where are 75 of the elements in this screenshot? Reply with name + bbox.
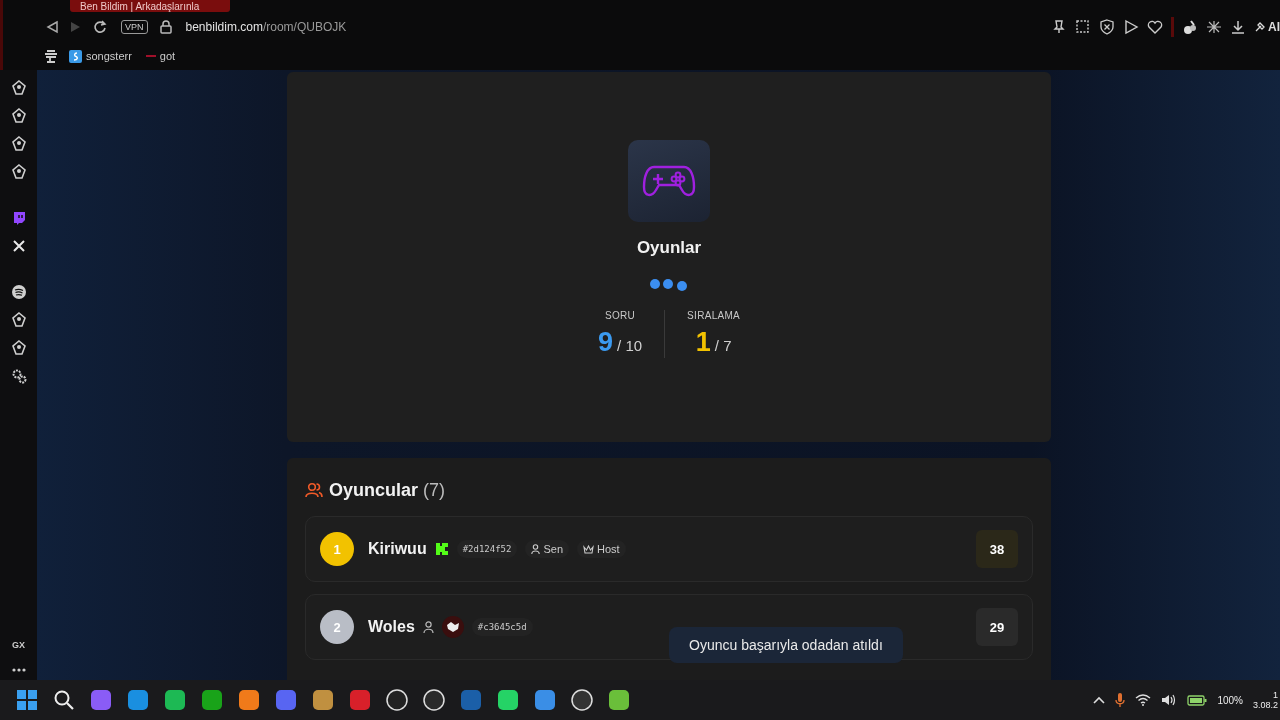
taskbar-app-icon[interactable] [238,689,260,711]
users-icon [305,482,323,498]
taskbar-app-icon[interactable] [164,689,186,711]
rank-badge: 2 [320,610,354,644]
player-role-tag: Host [577,540,626,558]
spotify-icon[interactable] [10,284,27,300]
stat-label: SORU [604,310,636,321]
loading-dots-icon [649,278,689,292]
dash-icon [145,54,156,58]
sidebar-app-icon[interactable] [10,164,27,180]
bookmark-favicon-icon [69,49,82,63]
back-icon[interactable] [45,20,59,34]
stat-value: 1/ 7 [695,327,732,358]
windows-start-icon[interactable] [16,689,38,711]
lock-icon [159,20,172,34]
player-name: Woles [368,618,415,636]
player-name: Kiriwuu [368,540,427,558]
ai-button[interactable]: AI [1254,20,1280,34]
sidebar-app-icon[interactable] [10,108,27,124]
stat-value: 9/ 10 [597,327,643,358]
more-icon[interactable] [11,668,26,672]
gx-label[interactable]: GX [12,640,25,650]
k-logo-icon [434,542,449,556]
score-badge: 38 [976,530,1018,568]
stack-icon[interactable] [43,49,59,63]
crown-icon [583,544,595,554]
download-icon[interactable] [1230,19,1246,35]
bookmark[interactable]: got [145,50,176,62]
toast-notification: Oyuncu başarıyla odadan atıldı [669,627,903,663]
player-id-tag: #2d124f52 [456,540,518,558]
taskbar-app-icon[interactable] [608,689,630,711]
player-role-tag: Sen [525,540,570,558]
taskbar-app-icon[interactable] [423,689,445,711]
person-icon [531,544,541,554]
sidebar-app-icon[interactable] [10,340,27,356]
score-badge: 29 [976,608,1018,646]
chevron-up-icon[interactable] [1093,696,1106,704]
player-row[interactable]: 1 Kiriwuu #2d124f52 Sen Host 38 [305,516,1033,582]
search-icon[interactable] [53,689,75,711]
address-field[interactable]: benbildim.com/room/QUBOJK [185,20,347,34]
battery-icon[interactable] [1187,694,1208,706]
stat-label: SIRALAMA [687,310,741,321]
sidebar-app-icon[interactable] [10,136,27,152]
avatar-icon [441,616,464,638]
category-title: Oyunlar [636,238,702,258]
taskbar-app-icon[interactable] [201,689,223,711]
shield-icon[interactable] [1099,19,1115,35]
clock-time[interactable]: 1 [1273,690,1278,700]
taskbar-app-icon[interactable] [386,689,408,711]
wifi-icon[interactable] [1135,694,1152,706]
clock-date[interactable]: 3.08.2 [1252,700,1278,710]
microphone-icon[interactable] [1115,692,1126,708]
send-icon[interactable] [1123,19,1139,35]
rank-badge: 1 [320,532,354,566]
sidebar-app-icon[interactable] [10,312,27,328]
settings-icon[interactable] [10,368,27,384]
taskbar-app-icon[interactable] [312,689,334,711]
pin-icon[interactable] [1051,19,1067,35]
gamepad-icon [642,163,696,199]
taskbar-app-icon[interactable] [571,689,593,711]
sidebar-app-icon[interactable] [10,80,27,96]
section-title: Oyuncular (7) [329,479,446,501]
person-icon [422,621,434,633]
reload-icon[interactable] [93,20,107,34]
browser-tab[interactable]: Ben Bildim | Arkadaşlarınla [70,0,230,12]
heart-icon[interactable] [1147,19,1163,35]
x-icon[interactable] [10,238,27,254]
battery-percentage: 100% [1217,694,1243,706]
vpn-badge[interactable]: VPN [121,20,148,34]
player-id-tag: #c3645c5d [471,618,533,636]
bookmark[interactable]: songsterr [69,49,132,63]
taskbar-app-icon[interactable] [534,689,556,711]
snapshot-icon[interactable] [1075,19,1091,35]
taskbar-app-icon[interactable] [497,689,519,711]
speaker-icon[interactable] [1161,693,1178,707]
